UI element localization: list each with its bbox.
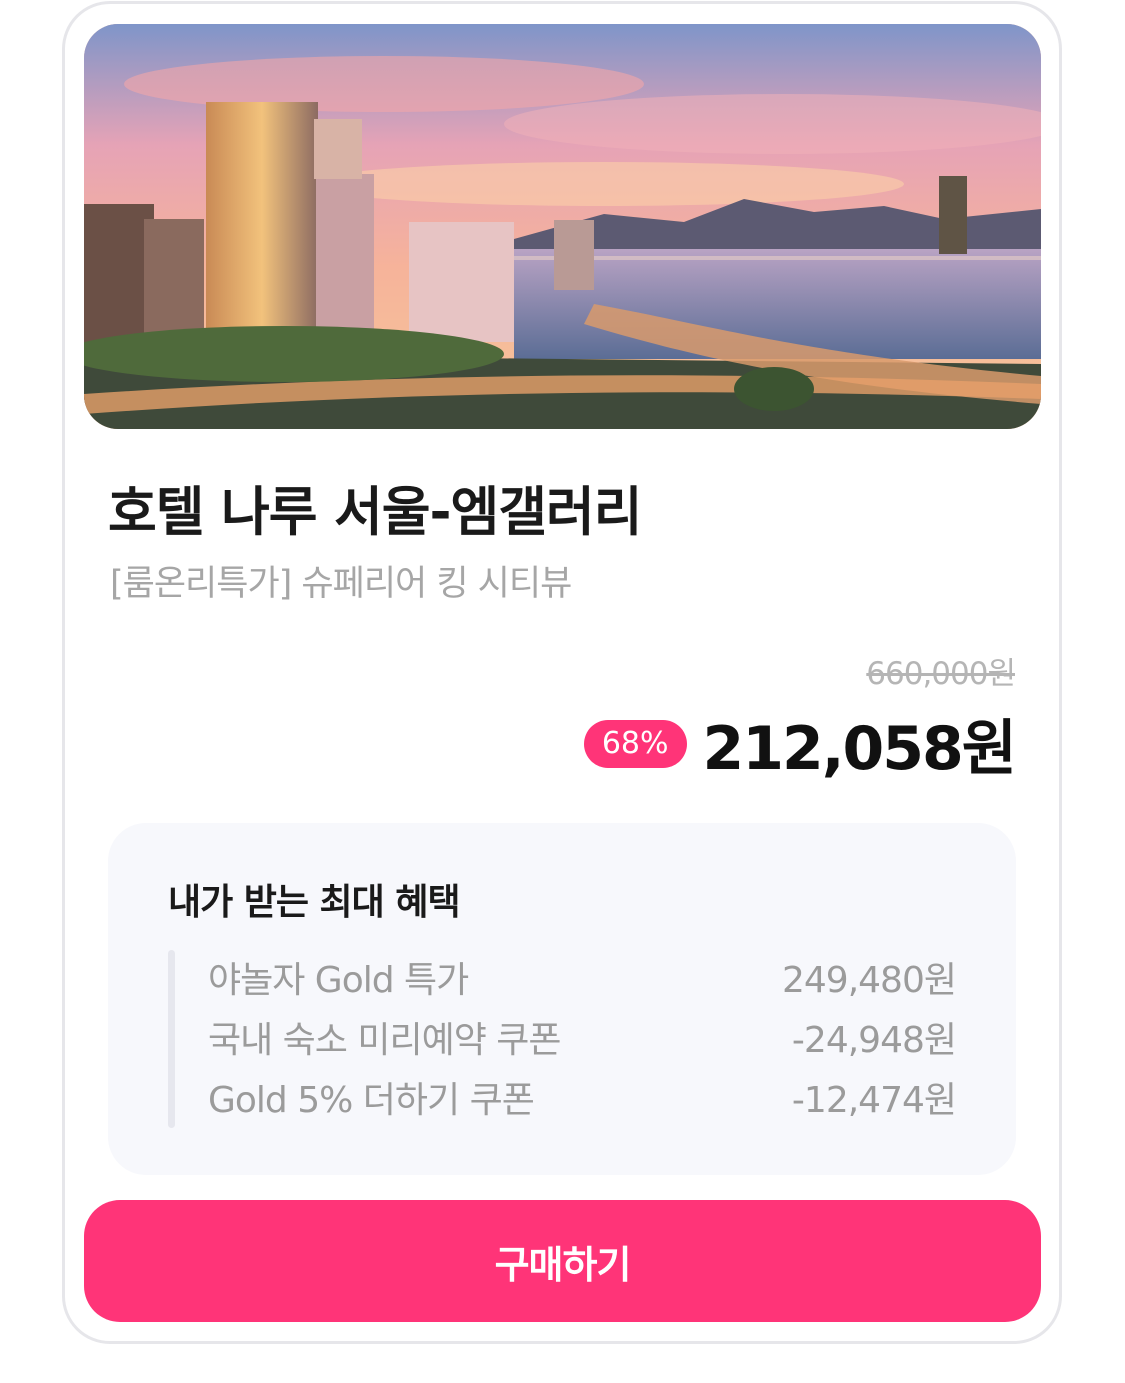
buy-button[interactable]: 구매하기 — [84, 1200, 1041, 1322]
hotel-name: 호텔 나루 서울-엠갤러리 — [108, 482, 643, 543]
hotel-photo — [84, 24, 1041, 429]
benefits-divider — [168, 950, 175, 1128]
discount-badge: 68% — [583, 719, 687, 768]
benefit-row: 야놀자 Gold 특가 249,480원 — [208, 951, 957, 1003]
benefit-label: 야놀자 Gold 특가 — [208, 960, 469, 1001]
benefit-label: 국내 숙소 미리예약 쿠폰 — [208, 1020, 562, 1061]
benefit-amount: -24,948원 — [791, 1020, 957, 1061]
price-row: 68% 212,058원 — [583, 700, 1017, 787]
final-price: 212,058원 — [702, 714, 1017, 784]
room-type: [룸온리특가] 슈페리어 킹 시티뷰 — [110, 564, 572, 604]
original-price: 660,000원 — [866, 656, 1016, 692]
benefit-amount: 249,480원 — [782, 960, 957, 1001]
benefits-box: 내가 받는 최대 혜택 야놀자 Gold 특가 249,480원 국내 숙소 미… — [108, 823, 1016, 1175]
benefit-row: 국내 숙소 미리예약 쿠폰 -24,948원 — [208, 1011, 957, 1063]
benefit-row: Gold 5% 더하기 쿠폰 -12,474원 — [208, 1071, 957, 1123]
benefit-amount: -12,474원 — [791, 1080, 957, 1121]
benefit-label: Gold 5% 더하기 쿠폰 — [208, 1080, 535, 1121]
benefits-title: 내가 받는 최대 혜택 — [168, 882, 461, 923]
